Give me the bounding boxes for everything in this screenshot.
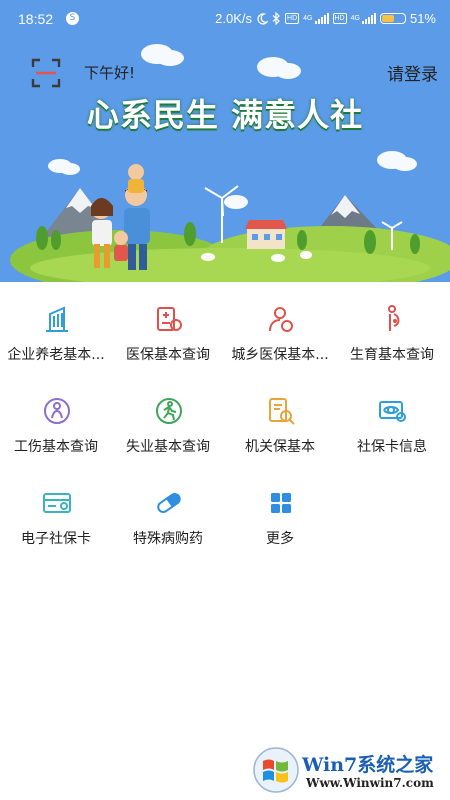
watermark-text: Win7系统之家: [302, 754, 434, 776]
e-card-icon: [43, 493, 71, 513]
service-label: 更多: [266, 531, 294, 547]
service-label: 机关保基本: [245, 439, 315, 455]
service-label: 企业养老基本...: [7, 347, 105, 363]
service-work-injury[interactable]: 工伤基本查询: [0, 392, 112, 472]
card-eye-icon: [379, 401, 406, 422]
runner-icon: [156, 398, 182, 424]
status-indicators: 2.0K/s HD 4G HD 4G 51%: [215, 11, 436, 26]
service-special-disease-medicine[interactable]: 特殊病购药: [112, 484, 224, 564]
windows-logo-icon: [253, 747, 299, 793]
banner-illustration: [10, 44, 450, 282]
service-social-card-info[interactable]: 社保卡信息: [336, 392, 448, 472]
watermark-url: Www.Winwin7.com: [306, 776, 434, 790]
signal-icon-2: [361, 13, 376, 24]
pregnant-icon: [388, 305, 400, 331]
battery-icon: [379, 13, 406, 24]
service-label: 城乡医保基本...: [231, 347, 329, 363]
battery-percent: 51%: [409, 11, 436, 26]
service-more[interactable]: 更多: [224, 484, 336, 564]
service-enterprise-pension[interactable]: 企业养老基本...: [0, 300, 112, 380]
hd-badge: HD: [285, 13, 300, 24]
building-icon: [46, 306, 68, 332]
greeting-text: 下午好!: [84, 64, 136, 82]
grid-more-icon: [271, 493, 291, 513]
pill-icon: [157, 492, 181, 514]
service-urban-rural-medical[interactable]: 城乡医保基本...: [224, 300, 336, 380]
slogan-text: 心系民生 满意人社: [86, 96, 364, 134]
battery-level: [381, 15, 395, 22]
service-label: 工伤基本查询: [14, 439, 98, 455]
service-label: 特殊病购药: [133, 531, 203, 547]
status-time: 18:52: [18, 11, 54, 27]
service-maternity[interactable]: 生育基本查询: [336, 300, 448, 380]
bluetooth-icon: [272, 12, 280, 25]
network-type: 4G: [303, 15, 313, 22]
service-label: 生育基本查询: [350, 347, 434, 363]
net-speed: 2.0K/s: [215, 11, 253, 26]
moon-icon: [257, 12, 269, 25]
hd-badge-2: HD: [332, 13, 347, 24]
service-medical-insurance[interactable]: 医保基本查询: [112, 300, 224, 380]
watermark: Win7系统之家 Www.Winwin7.com: [252, 744, 448, 796]
notification-icon: S: [66, 12, 79, 25]
service-label: 失业基本查询: [126, 439, 210, 455]
network-type-2: 4G: [350, 15, 360, 22]
signal-icon: [314, 13, 329, 24]
service-label: 医保基本查询: [126, 347, 210, 363]
service-label: 社保卡信息: [357, 439, 427, 455]
medical-doc-icon: [157, 307, 182, 331]
document-search-icon: [269, 398, 295, 425]
service-unemployment[interactable]: 失业基本查询: [112, 392, 224, 472]
scan-icon[interactable]: [30, 57, 62, 89]
service-e-social-card[interactable]: 电子社保卡: [0, 484, 112, 564]
header-banner: 下午好! 请登录 心系民生 满意人社: [0, 38, 450, 282]
person-shield-icon: [269, 307, 293, 332]
injury-icon: [44, 398, 70, 424]
service-government-insurance[interactable]: 机关保基本: [224, 392, 336, 472]
status-bar: 18:52 S 2.0K/s HD 4G HD 4G 51%: [0, 0, 450, 38]
login-link[interactable]: 请登录: [387, 60, 438, 85]
service-label: 电子社保卡: [21, 531, 91, 547]
